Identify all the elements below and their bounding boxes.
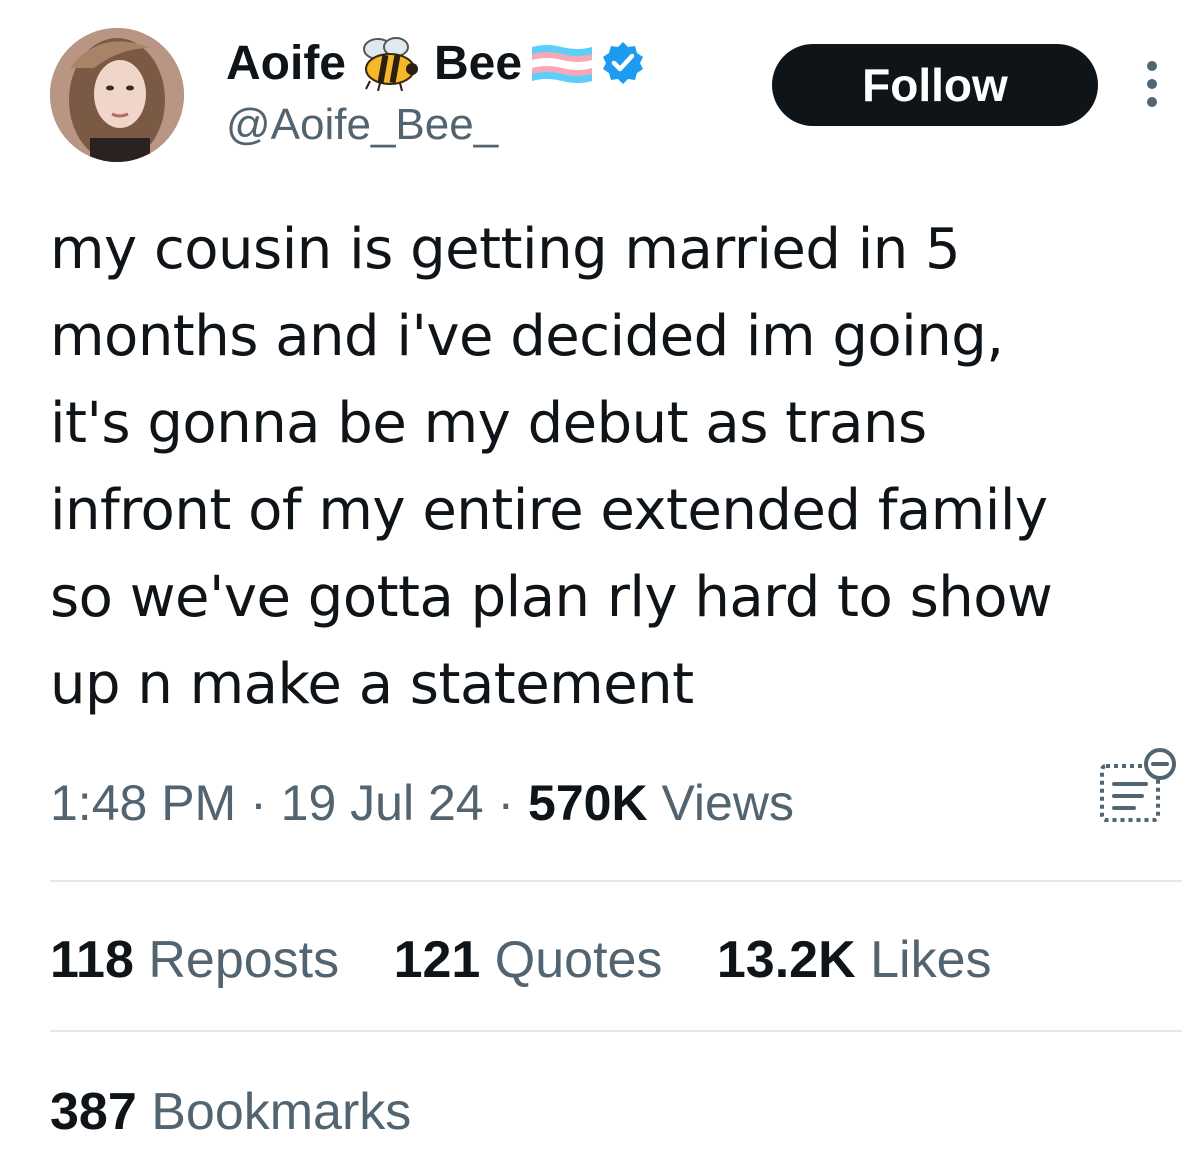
tweet-time[interactable]: 1:48 PM: [50, 775, 236, 831]
tweet-date[interactable]: 19 Jul 24: [281, 775, 484, 831]
tweet-line: so we've gotta plan rly hard to show: [50, 565, 1053, 630]
avatar[interactable]: [50, 28, 184, 162]
quotes-label: Quotes: [494, 931, 663, 989]
tweet-meta: 1:48 PM · 19 Jul 24 · 570K Views: [50, 774, 794, 832]
display-name[interactable]: Aoife Bee: [226, 34, 646, 92]
tweet-line: up n make a statement: [50, 652, 694, 717]
tweet-line: it's gonna be my debut as trans: [50, 391, 927, 456]
tweet-line: my cousin is getting married in 5: [50, 217, 961, 282]
meta-separator: ·: [236, 775, 281, 831]
reposts-stat[interactable]: 118 Reposts: [50, 931, 339, 989]
engagement-stats: 118 Reposts 121 Quotes 13.2K Likes: [50, 930, 1032, 990]
bookmarks-count: 387: [50, 1083, 137, 1141]
reposts-label: Reposts: [148, 931, 340, 989]
view-analytics-icon[interactable]: [1098, 744, 1180, 826]
avatar-photo: [50, 28, 184, 162]
more-options-icon[interactable]: [1140, 58, 1164, 110]
verified-badge-icon[interactable]: [600, 40, 646, 86]
quotes-count: 121: [393, 931, 481, 989]
user-handle[interactable]: @Aoife_Bee_: [226, 100, 498, 150]
quotes-stat[interactable]: 121 Quotes: [394, 931, 663, 989]
divider: [50, 880, 1182, 882]
meta-separator: ·: [483, 775, 529, 831]
likes-stat[interactable]: 13.2K Likes: [717, 931, 992, 989]
transgender-flag-icon: [530, 42, 594, 84]
likes-count: 13.2K: [716, 931, 856, 989]
bookmarks-label: Bookmarks: [151, 1083, 412, 1141]
bookmarks-stat[interactable]: 387 Bookmarks: [50, 1082, 411, 1142]
bee-icon: [356, 35, 424, 92]
divider: [50, 1030, 1182, 1032]
follow-button[interactable]: Follow: [772, 44, 1098, 126]
display-name-first: Aoife: [226, 36, 346, 90]
tweet-text: my cousin is getting married in 5 months…: [50, 206, 1170, 728]
views-count: 570K: [528, 775, 648, 831]
display-name-second: Bee: [434, 36, 523, 90]
reposts-count: 118: [50, 931, 134, 989]
tweet-line: infront of my entire extended family: [50, 478, 1048, 543]
views-label: Views: [661, 775, 794, 831]
likes-label: Likes: [870, 931, 992, 989]
tweet-line: months and i've decided im going,: [50, 304, 1004, 369]
